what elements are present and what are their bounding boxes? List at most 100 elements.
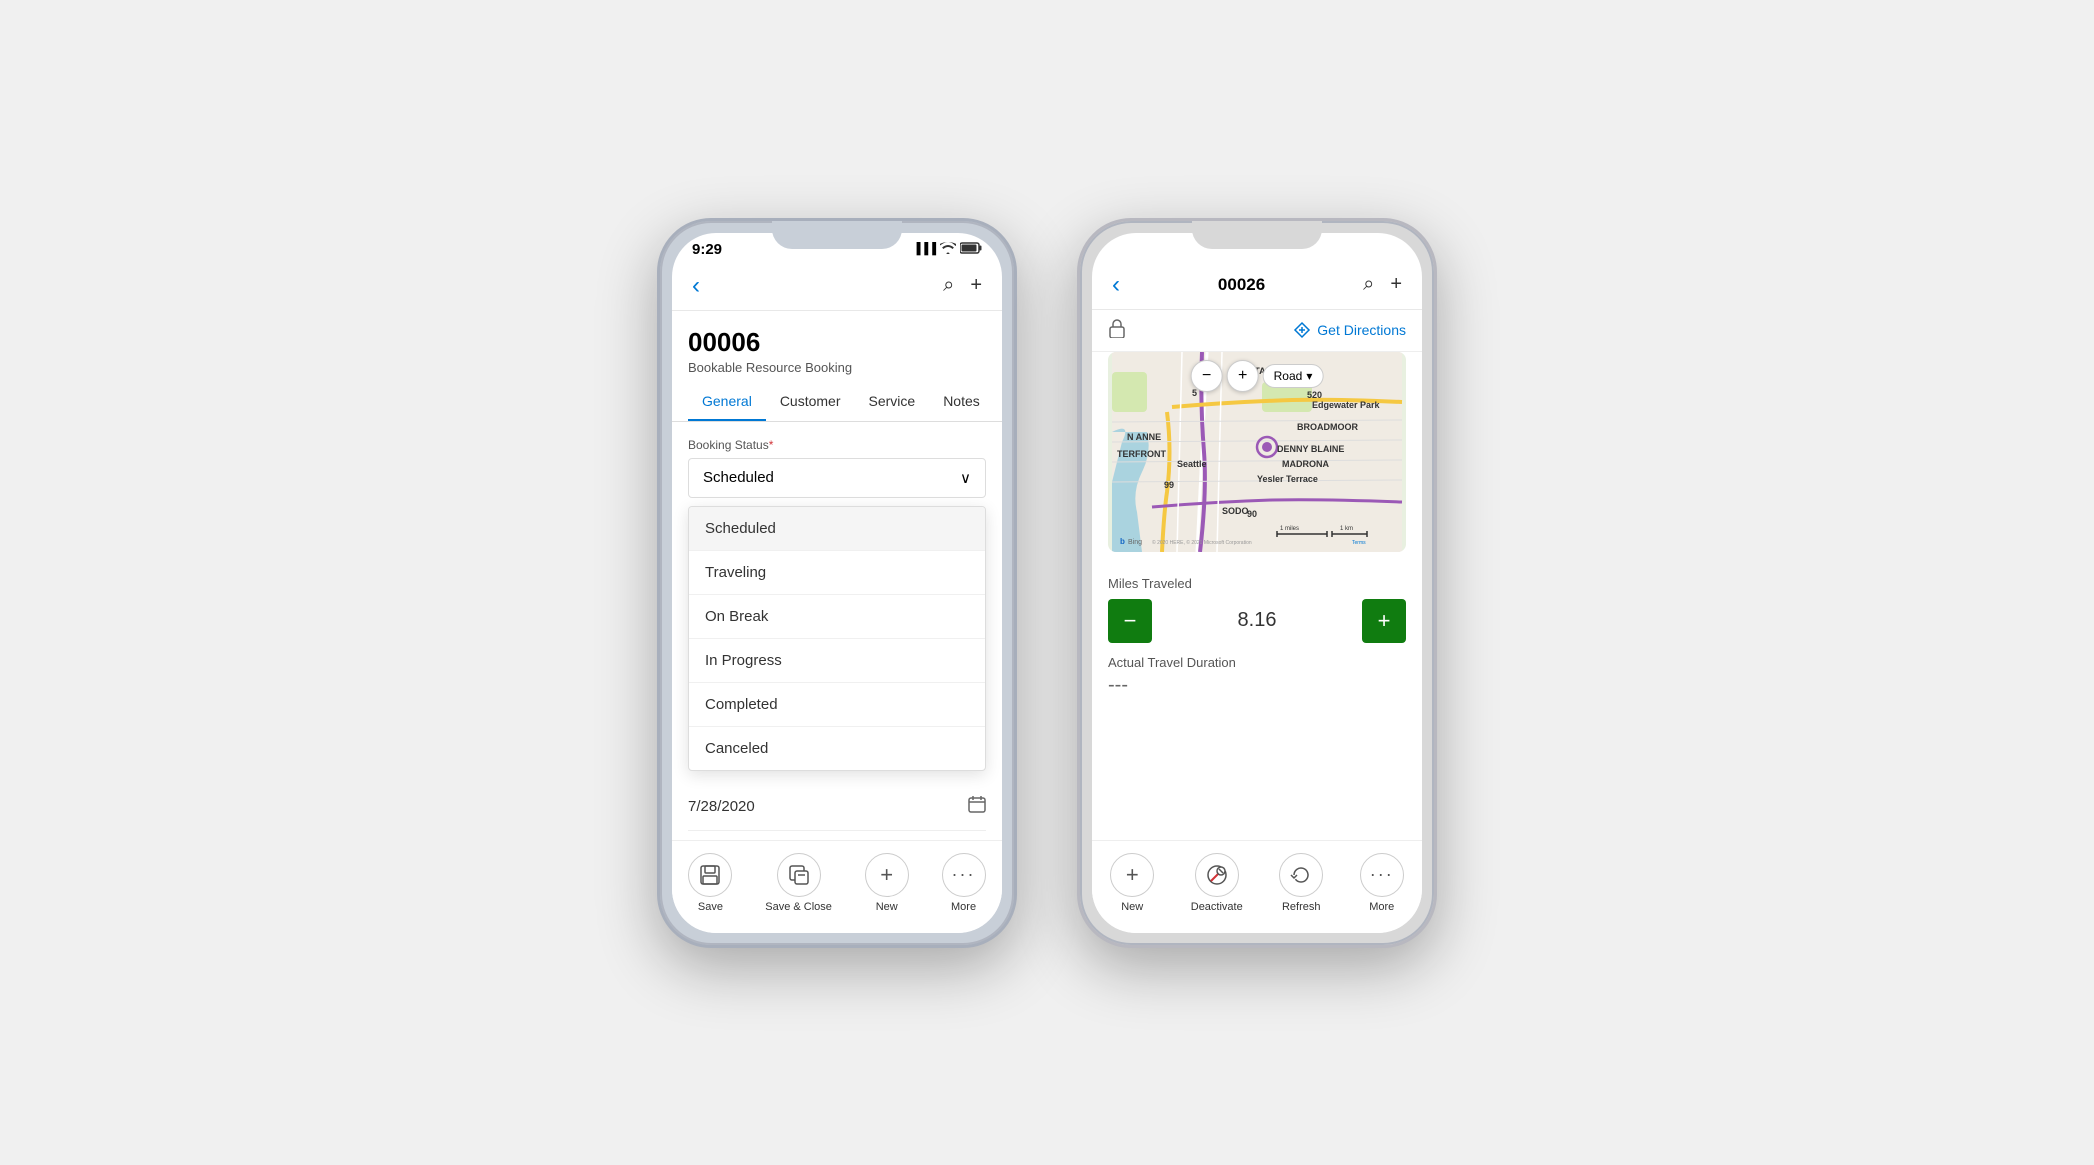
svg-text:b: b — [1120, 537, 1125, 546]
map-type-label: Road — [1274, 369, 1303, 383]
save-close-icon-wrap — [777, 853, 821, 897]
record-number-right: 00026 — [1124, 275, 1359, 295]
new-button-left[interactable]: + New — [865, 853, 909, 913]
new-icon-wrap-left: + — [865, 853, 909, 897]
new-icon-wrap-right: + — [1110, 853, 1154, 897]
minus-icon: − — [1124, 608, 1137, 634]
back-button-left[interactable]: ‹ — [688, 268, 704, 304]
miles-label: Miles Traveled — [1108, 576, 1406, 591]
date-value: 7/28/2020 — [688, 798, 755, 815]
record-header-left: 00006 Bookable Resource Booking — [672, 311, 1002, 383]
svg-text:Edgewater Park: Edgewater Park — [1312, 400, 1381, 410]
svg-text:1 miles: 1 miles — [1280, 526, 1299, 532]
status-icons: ▐▐▐ — [913, 242, 982, 257]
notch-right — [1192, 221, 1322, 249]
battery-icon — [960, 242, 982, 257]
map-type-chevron: ▾ — [1306, 369, 1312, 383]
right-phone-screen: ‹ 00026 ⌕ + Get Directions — [1092, 233, 1422, 933]
more-icon-wrap-right: ··· — [1360, 853, 1404, 897]
svg-text:DENNY BLAINE: DENNY BLAINE — [1277, 444, 1344, 454]
svg-text:MADRONA: MADRONA — [1282, 459, 1329, 469]
map-zoom-out[interactable]: − — [1191, 360, 1223, 392]
status-time: 9:29 — [692, 241, 722, 258]
toolbar-right: + New Deactivate Refresh — [1092, 840, 1422, 933]
wifi-icon — [940, 242, 956, 257]
map-zoom-in[interactable]: + — [1227, 360, 1259, 392]
scene: 9:29 ▐▐▐ ‹ ⌕ + 00 — [617, 178, 1477, 988]
search-button-right[interactable]: ⌕ — [1359, 269, 1378, 300]
miles-minus-button[interactable]: − — [1108, 599, 1152, 643]
dropdown-item-inprogress[interactable]: In Progress — [689, 639, 985, 683]
more-icon-wrap-left: ··· — [942, 853, 986, 897]
miles-section: Miles Traveled − 8.16 + Actual Travel Du… — [1092, 564, 1422, 709]
tabs-left: General Customer Service Notes — [672, 383, 1002, 422]
more-label-right: More — [1369, 901, 1394, 913]
get-directions-button[interactable]: Get Directions — [1293, 321, 1406, 339]
dropdown-item-canceled[interactable]: Canceled — [689, 727, 985, 770]
deactivate-button[interactable]: Deactivate — [1191, 853, 1243, 913]
dropdown-item-scheduled[interactable]: Scheduled — [689, 507, 985, 551]
svg-text:Bing: Bing — [1128, 539, 1142, 546]
record-type-left: Bookable Resource Booking — [688, 360, 986, 375]
more-button-left[interactable]: ··· More — [942, 853, 986, 913]
svg-text:99: 99 — [1164, 480, 1174, 490]
svg-text:1 km: 1 km — [1340, 526, 1353, 532]
deactivate-label: Deactivate — [1191, 901, 1243, 913]
refresh-icon-wrap — [1279, 853, 1323, 897]
tab-customer[interactable]: Customer — [766, 383, 855, 421]
new-button-right[interactable]: + New — [1110, 853, 1154, 913]
more-button-right[interactable]: ··· More — [1360, 853, 1404, 913]
toolbar-left: Save Save & Close + New ··· — [672, 840, 1002, 933]
plus-icon: + — [1378, 608, 1391, 634]
svg-text:© 2020 HERE, © 2020 Microsoft: © 2020 HERE, © 2020 Microsoft Corporatio… — [1152, 539, 1252, 546]
more-dots: --- — [1108, 674, 1406, 697]
dropdown-item-onbreak[interactable]: On Break — [689, 595, 985, 639]
save-close-label: Save & Close — [765, 901, 832, 913]
chevron-down-icon: ∨ — [960, 469, 971, 487]
right-phone: ‹ 00026 ⌕ + Get Directions — [1077, 218, 1437, 948]
save-label: Save — [698, 901, 723, 913]
svg-text:BROADMOOR: BROADMOOR — [1297, 422, 1358, 432]
dropdown-item-traveling[interactable]: Traveling — [689, 551, 985, 595]
save-button[interactable]: Save — [688, 853, 732, 913]
nav-bar-right: ‹ 00026 ⌕ + — [1092, 261, 1422, 310]
calendar-icon — [968, 795, 986, 818]
miles-plus-button[interactable]: + — [1362, 599, 1406, 643]
tab-service[interactable]: Service — [855, 383, 930, 421]
dropdown-item-completed[interactable]: Completed — [689, 683, 985, 727]
left-phone-screen: 9:29 ▐▐▐ ‹ ⌕ + 00 — [672, 233, 1002, 933]
lock-icon — [1108, 318, 1126, 343]
miles-value: 8.16 — [1160, 609, 1354, 632]
svg-text:Seattle: Seattle — [1177, 459, 1207, 469]
signal-icon: ▐▐▐ — [913, 243, 936, 255]
back-button-right[interactable]: ‹ — [1108, 267, 1124, 303]
search-button-left[interactable]: ⌕ — [939, 270, 958, 301]
nav-bar-left: ‹ ⌕ + — [672, 262, 1002, 311]
add-button-right[interactable]: + — [1386, 269, 1406, 300]
notch-left — [772, 221, 902, 249]
tab-general[interactable]: General — [688, 383, 766, 421]
map-container: PORTAGE BAY 520 Edgewater Park N ANNE BR… — [1108, 352, 1406, 552]
tab-notes[interactable]: Notes — [929, 383, 994, 421]
svg-text:TERFRONT: TERFRONT — [1117, 449, 1166, 459]
new-label-right: New — [1121, 901, 1143, 913]
booking-status-select[interactable]: Scheduled ∨ — [688, 458, 986, 498]
selected-status-value: Scheduled — [703, 469, 774, 486]
map-type-selector[interactable]: Road ▾ — [1263, 364, 1324, 388]
actual-travel-label: Actual Travel Duration — [1108, 655, 1406, 670]
get-directions-label: Get Directions — [1317, 322, 1406, 338]
left-phone: 9:29 ▐▐▐ ‹ ⌕ + 00 — [657, 218, 1017, 948]
status-dropdown: Scheduled Traveling On Break In Progress… — [688, 506, 986, 771]
booking-status-label: Booking Status* — [688, 438, 986, 452]
save-close-button[interactable]: Save & Close — [765, 853, 832, 913]
miles-controls: − 8.16 + — [1108, 599, 1406, 643]
refresh-button[interactable]: Refresh — [1279, 853, 1323, 913]
svg-text:Terms: Terms — [1352, 540, 1366, 546]
map-controls: − + Road ▾ — [1191, 360, 1324, 392]
add-button-left[interactable]: + — [966, 270, 986, 301]
svg-text:N ANNE: N ANNE — [1127, 432, 1161, 442]
svg-text:90: 90 — [1247, 509, 1257, 519]
date-field[interactable]: 7/28/2020 — [688, 783, 986, 831]
new-label-left: New — [876, 901, 898, 913]
refresh-label: Refresh — [1282, 901, 1321, 913]
